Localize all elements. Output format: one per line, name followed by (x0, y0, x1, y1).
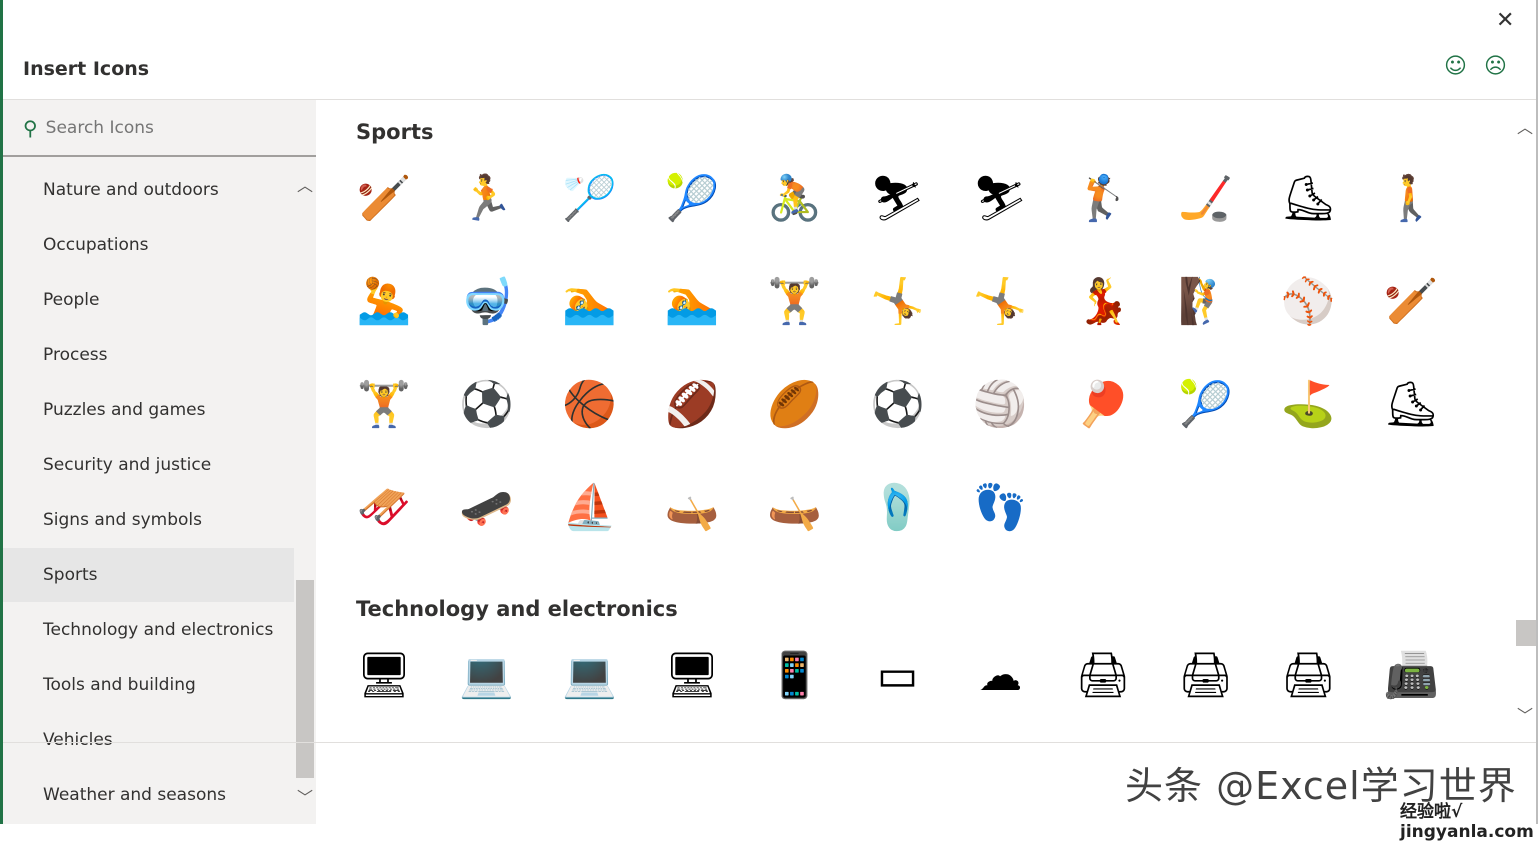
kayak-icon[interactable]: 🛶 (760, 472, 830, 542)
rugby-ball-icon[interactable]: 🏉 (760, 369, 830, 439)
gymnast-rings-icon[interactable]: 🤸 (863, 266, 933, 336)
sidebar-item-signs-and-symbols[interactable]: Signs and symbols (3, 493, 294, 547)
tennis-player-icon[interactable]: 🎾 (657, 163, 727, 233)
rock-climber-icon[interactable]: 🧗 (1171, 266, 1241, 336)
sidebar-item-tools-and-building[interactable]: Tools and building (3, 658, 294, 712)
smartphone-icon[interactable]: 📱 (760, 640, 830, 710)
rhythmic-gymnast-icon[interactable]: 🤸 (965, 266, 1035, 336)
sidebar-item-security-and-justice[interactable]: Security and justice (3, 438, 294, 492)
ice-skate-icon[interactable]: ⛸ (1376, 369, 1446, 439)
fax-icon[interactable]: 📠 (1376, 640, 1446, 710)
sidebar-item-sports[interactable]: Sports (3, 548, 294, 602)
diver-icon[interactable]: 🤿 (452, 266, 522, 336)
water-polo-icon[interactable]: 🤽 (349, 266, 419, 336)
swimming-pool-icon[interactable]: 🏊 (554, 266, 624, 336)
hockey-player-icon[interactable]: 🏒 (1171, 163, 1241, 233)
printer-2-icon[interactable]: 🖨 (1171, 640, 1241, 710)
baseball-bat-icon[interactable]: ⚾ (1273, 266, 1343, 336)
sidebar-item-process[interactable]: Process (3, 328, 294, 382)
golf-bag-icon[interactable]: ⛳ (1273, 369, 1343, 439)
monitor-icon[interactable]: 🖥 (657, 640, 727, 710)
football-icon[interactable]: 🏈 (657, 369, 727, 439)
sidebar-item-vehicles[interactable]: Vehicles (3, 713, 294, 767)
watermark-site: 经验啦√ jingyanla.com (1400, 802, 1534, 842)
search-icon: ⚲ (23, 115, 38, 140)
golfer-icon[interactable]: 🏌 (1068, 163, 1138, 233)
baseball-batter-icon[interactable]: 🏏 (349, 163, 419, 233)
basketball-icon[interactable]: 🏀 (554, 369, 624, 439)
printer-icon[interactable]: 🖨 (1068, 640, 1138, 710)
sidebar-item-occupations[interactable]: Occupations (3, 218, 294, 272)
scroll-down-icon[interactable]: ﹀ (1517, 702, 1533, 726)
cloud-computing-icon[interactable]: ☁ (965, 640, 1035, 710)
tennis-racket-icon[interactable]: 🎾 (1171, 369, 1241, 439)
smiley-icon[interactable]: ☺ (1444, 54, 1467, 79)
snowshoer-icon[interactable]: 🚶 (1376, 163, 1446, 233)
soccer-ball-icon[interactable]: ⚽ (863, 369, 933, 439)
dumbbell-icon[interactable]: 🏋 (349, 369, 419, 439)
cricket-bat-icon[interactable]: 🏏 (1376, 266, 1446, 336)
sidebar-scroll-thumb[interactable] (296, 580, 314, 778)
canoe-icon[interactable]: 🛶 (657, 472, 727, 542)
gallery-scrollbar[interactable]: ︿ ﹀ (1516, 100, 1536, 742)
desktop-computer-icon[interactable]: 🖥 (349, 640, 419, 710)
sports-balls-icon[interactable]: ⚽ (452, 369, 522, 439)
sidebar-item-weather-and-seasons[interactable]: Weather and seasons (3, 768, 294, 822)
weightlifter-icon[interactable]: 🏋 (760, 266, 830, 336)
shredder-icon[interactable]: 🖨 (1273, 640, 1343, 710)
skateboard-icon[interactable]: 🛹 (452, 472, 522, 542)
soccer-player-icon[interactable]: 🏃 (452, 163, 522, 233)
laptop-globe-icon[interactable]: 💻 (554, 640, 624, 710)
footer-divider (3, 742, 1536, 743)
cross-country-skier-icon[interactable]: ⛷ (863, 163, 933, 233)
sidebar-item-people[interactable]: People (3, 273, 294, 327)
tablet-icon[interactable]: ▭ (863, 640, 933, 710)
sidebar-item-puzzles-and-games[interactable]: Puzzles and games (3, 383, 294, 437)
swimmer-icon[interactable]: 🏊 (657, 266, 727, 336)
sidebar-item-technology-and-electronics[interactable]: Technology and electronics (3, 603, 294, 657)
scroll-up-icon[interactable]: ︿ (1517, 114, 1533, 138)
scroll-down-icon[interactable]: ﹀ (297, 784, 313, 808)
scroll-up-icon[interactable]: ︿ (297, 172, 313, 196)
section-title: Sports (356, 120, 434, 144)
close-icon[interactable]: ✕ (1496, 8, 1514, 33)
search-box[interactable]: ⚲ (3, 100, 316, 157)
sailboat-icon[interactable]: ⛵ (554, 472, 624, 542)
sidebar-scrollbar[interactable]: ︿ ﹀ (296, 167, 316, 824)
section-title: Technology and electronics (356, 597, 678, 621)
downhill-skier-icon[interactable]: ⛷ (965, 163, 1035, 233)
search-input[interactable] (45, 117, 286, 138)
swim-fins-icon[interactable]: 🩴 (863, 472, 933, 542)
speed-skater-icon[interactable]: ⛸ (1273, 163, 1343, 233)
frown-icon[interactable]: ☹ (1484, 54, 1507, 79)
sidebar-item-nature-and-outdoors[interactable]: Nature and outdoors (3, 163, 294, 217)
footprints-icon[interactable]: 👣 (965, 472, 1035, 542)
volleyball-icon[interactable]: 🏐 (965, 369, 1035, 439)
icon-gallery: Sports 🏏 🏃 🏸 🎾 🚴 ⛷ ⛷ 🏌 🏒 ⛸ 🚶 🤽 🤿 🏊 🏊 🏋 🤸 🤸 💃 🧗 ⚾ 🏏 🏋 ⚽ 🏀 🏈 🏉 ⚽ 🏐 🏓 🎾 ⛳ ⛸ 🛷… (316, 100, 1516, 742)
dialog-title: Insert Icons (23, 58, 150, 80)
sidebar: ⚲ Nature and outdoorsOccupationsPeoplePr… (3, 100, 316, 824)
cyclist-icon[interactable]: 🚴 (760, 163, 830, 233)
gallery-scroll-thumb[interactable] (1516, 620, 1536, 646)
ping-pong-icon[interactable]: 🏓 (1068, 369, 1138, 439)
badminton-player-icon[interactable]: 🏸 (554, 163, 624, 233)
laptop-icon[interactable]: 💻 (452, 640, 522, 710)
sled-icon[interactable]: 🛷 (349, 472, 419, 542)
dancer-icon[interactable]: 💃 (1068, 266, 1138, 336)
